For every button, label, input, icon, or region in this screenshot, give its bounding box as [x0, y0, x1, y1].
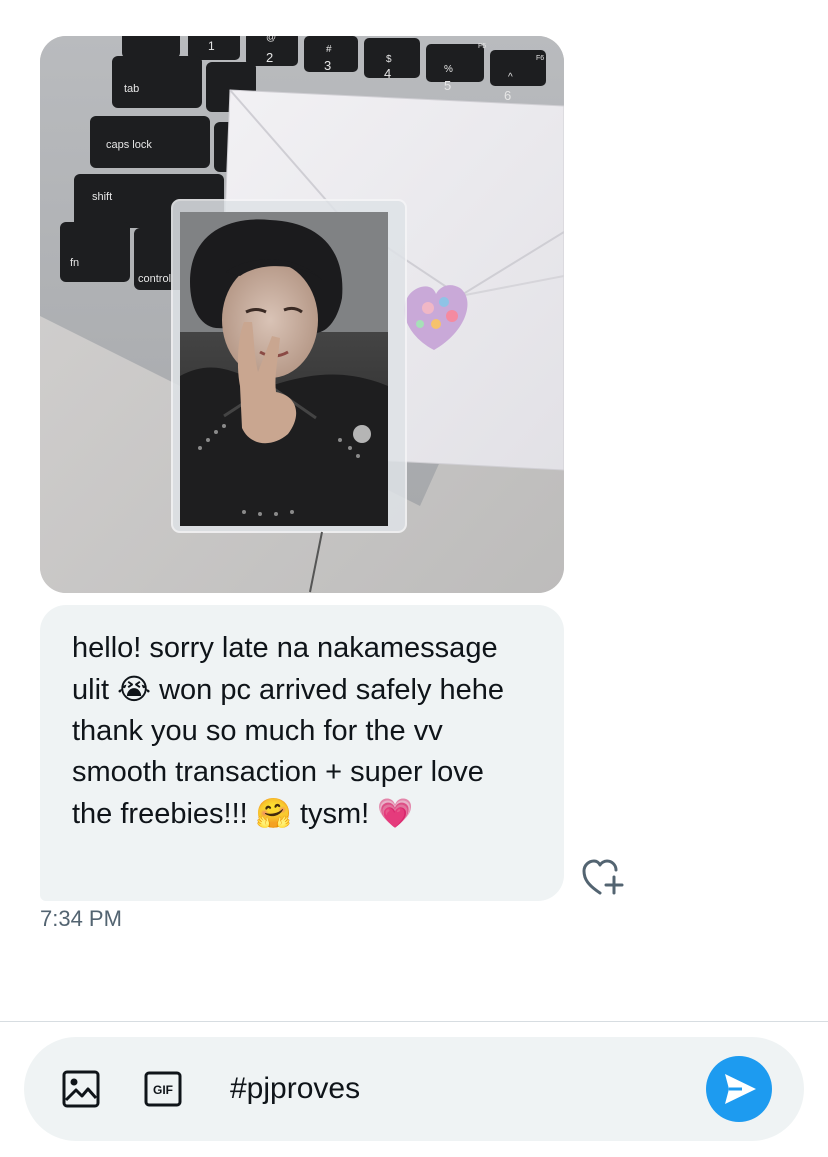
key-label-tab: tab [124, 83, 139, 95]
key-label-6: 6 [504, 88, 511, 103]
key-label-at: @ [266, 36, 276, 43]
key-label-2: 2 [266, 50, 273, 65]
key-label-f5: F5 [478, 43, 486, 50]
message-bubble[interactable]: hello! sorry late na nakamessage ulit 😭 … [40, 605, 564, 901]
key-label-dollar: $ [386, 54, 392, 65]
add-image-button[interactable] [62, 1070, 100, 1108]
send-button[interactable] [706, 1056, 772, 1122]
message-photo[interactable]: tab caps lock shift fn control 1 @ 2 # 3… [40, 36, 564, 593]
image-icon [62, 1070, 100, 1108]
key-label-5: 5 [444, 78, 451, 93]
key-label-hash: # [326, 44, 332, 55]
photo-illustration: tab caps lock shift fn control 1 @ 2 # 3… [40, 36, 564, 593]
key-label-control: control [138, 273, 171, 285]
key-label-4: 4 [384, 66, 391, 81]
loudly-crying-emoji: 😭 [117, 672, 152, 706]
add-gif-button[interactable]: GIF [144, 1071, 182, 1107]
send-icon [725, 1074, 756, 1104]
message-text: hello! sorry late na nakamessage ulit 😭 … [72, 628, 532, 835]
key-label-percent: % [444, 64, 453, 75]
key-label-shift: shift [92, 191, 112, 203]
message-input[interactable]: #pjproves [230, 1067, 360, 1111]
growing-heart-emoji: 💗 [377, 796, 414, 830]
hugging-emoji: 🤗 [255, 796, 292, 830]
gif-icon: GIF [144, 1071, 182, 1107]
key-label-1: 1 [208, 39, 215, 53]
key-label-3: 3 [324, 58, 331, 73]
gif-icon-label: GIF [153, 1083, 173, 1097]
key-label-f6: F6 [536, 55, 544, 62]
composer-divider [0, 1021, 828, 1022]
message-composer: GIF #pjproves [24, 1037, 804, 1141]
message-timestamp: 7:34 PM [40, 906, 122, 931]
add-reaction-button[interactable] [580, 857, 626, 897]
key-label-caret: ^ [508, 72, 513, 83]
message-text-part: tysm! [291, 798, 378, 830]
key-label-fn: fn [70, 257, 79, 269]
heart-plus-icon [582, 859, 624, 895]
key-label-caps: caps lock [106, 139, 152, 151]
